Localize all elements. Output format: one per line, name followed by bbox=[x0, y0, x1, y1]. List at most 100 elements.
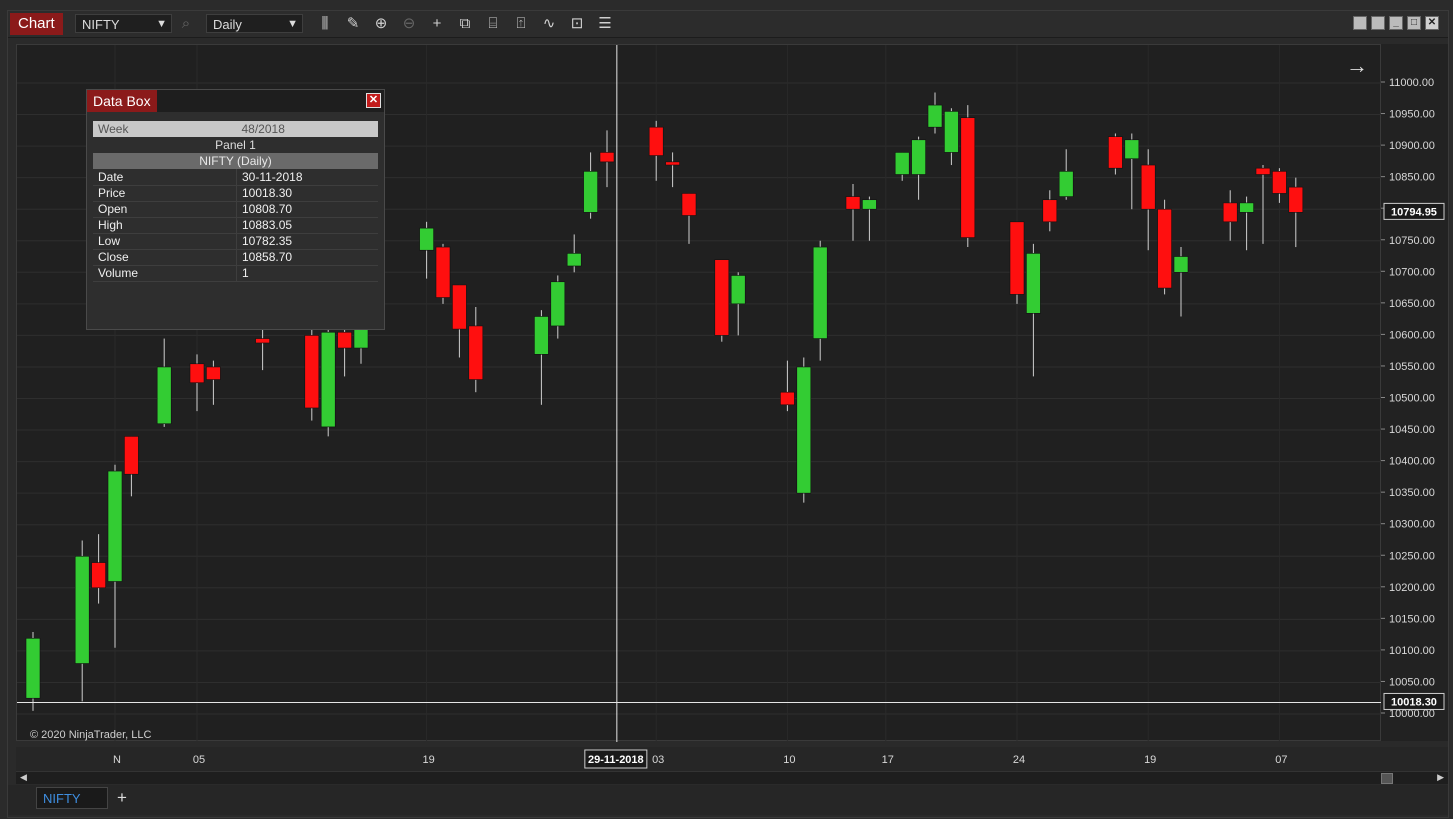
data-row-low: Low 10782.35 bbox=[93, 233, 378, 250]
data-box-title: Data Box bbox=[87, 90, 157, 112]
time-axis[interactable]: N 05 19 03 10 17 24 19 07 29-11-2018 bbox=[16, 747, 1448, 771]
time-tick-label: 05 bbox=[193, 754, 205, 766]
price-tick-label: 10300.00 bbox=[1389, 519, 1435, 531]
zoom-in-icon[interactable]: ⊕ bbox=[371, 14, 391, 34]
tab-nifty[interactable]: NIFTY bbox=[36, 787, 108, 809]
price-axis[interactable]: 9950.0010000.0010050.0010100.0010150.001… bbox=[1381, 44, 1448, 741]
series-label: NIFTY (Daily) bbox=[93, 153, 378, 169]
list-icon[interactable]: ☰ bbox=[595, 14, 615, 34]
scroll-to-latest-arrow-icon[interactable]: → bbox=[1346, 53, 1368, 79]
scroll-left-icon[interactable]: ◀ bbox=[20, 772, 27, 783]
scrollbar-thumb[interactable] bbox=[1381, 773, 1393, 784]
candle-body bbox=[566, 253, 582, 267]
candle-body bbox=[845, 196, 861, 210]
minimize-icon[interactable]: _ bbox=[1389, 16, 1403, 30]
zoom-out-icon[interactable]: ⊖ bbox=[399, 14, 419, 34]
close-icon[interactable]: ✕ bbox=[1425, 16, 1439, 30]
row-label: High bbox=[93, 217, 237, 234]
chevron-down-icon: ▼ bbox=[287, 18, 298, 30]
pencil-draw-icon[interactable]: ✎ bbox=[343, 14, 363, 34]
indicators-icon[interactable]: ⍐ bbox=[511, 14, 531, 34]
price-tick-label: 10900.00 bbox=[1389, 140, 1435, 152]
candle-body bbox=[74, 555, 90, 664]
instrument-value: NIFTY bbox=[82, 17, 120, 32]
row-value: 10808.70 bbox=[236, 201, 378, 218]
row-value: 30-11-2018 bbox=[236, 169, 378, 186]
candle-body bbox=[1239, 202, 1254, 213]
chart-trader-icon[interactable]: ∿ bbox=[539, 14, 559, 34]
candle-body bbox=[911, 139, 926, 175]
price-tick-label: 10450.00 bbox=[1389, 424, 1435, 436]
candle-body bbox=[435, 246, 451, 298]
price-tick-label: 10250.00 bbox=[1389, 550, 1435, 562]
data-box-icon[interactable]: ⧉ bbox=[455, 14, 475, 34]
price-tick-label: 10950.00 bbox=[1389, 109, 1435, 121]
data-row-open: Open 10808.70 bbox=[93, 201, 378, 218]
candle-body bbox=[1272, 171, 1287, 194]
data-row-date: Date 30-11-2018 bbox=[93, 169, 378, 186]
scroll-right-icon[interactable]: ▶ bbox=[1437, 772, 1444, 783]
row-value: 1 bbox=[236, 265, 378, 282]
bar-chart-style-icon[interactable]: ⫼ bbox=[315, 14, 335, 34]
candle-body bbox=[91, 562, 106, 589]
candle-body bbox=[780, 391, 795, 406]
data-box-panel[interactable]: Data Box ✕ Week 48/2018 Panel 1 NIFTY (D… bbox=[86, 89, 385, 330]
row-label: Volume bbox=[93, 265, 237, 282]
candle-body bbox=[681, 193, 697, 216]
candle-body bbox=[812, 246, 828, 339]
crosshair-icon[interactable]: + bbox=[427, 14, 447, 34]
candle-body bbox=[1108, 136, 1123, 169]
interval-selector[interactable]: Daily ▼ bbox=[206, 14, 303, 33]
candle-body bbox=[468, 325, 484, 380]
candle-body bbox=[25, 637, 41, 699]
instrument-selector[interactable]: NIFTY ▼ bbox=[75, 14, 172, 33]
candle-body bbox=[107, 470, 123, 582]
candle-body bbox=[1009, 221, 1025, 295]
candle-body bbox=[124, 436, 139, 475]
link-icon[interactable] bbox=[1371, 16, 1385, 30]
candle-body bbox=[927, 104, 943, 128]
time-tick-label: 19 bbox=[1144, 754, 1156, 766]
candle-body bbox=[944, 111, 959, 153]
candle-body bbox=[1042, 199, 1058, 223]
candle-body bbox=[1124, 139, 1140, 160]
candle-body bbox=[960, 117, 976, 238]
price-tick-label: 10600.00 bbox=[1389, 329, 1435, 341]
panel-label: Panel 1 bbox=[215, 138, 256, 152]
candle-body bbox=[1255, 167, 1271, 175]
time-tick-label: 03 bbox=[652, 754, 664, 766]
candle-body bbox=[1058, 171, 1074, 197]
candle-body bbox=[894, 152, 910, 175]
time-tick-label: 19 bbox=[422, 754, 434, 766]
add-tab-icon[interactable]: + bbox=[112, 787, 132, 809]
properties-icon[interactable]: ⊡ bbox=[567, 14, 587, 34]
time-tick-label: 24 bbox=[1013, 754, 1025, 766]
time-tick-label: 17 bbox=[882, 754, 894, 766]
candle-body bbox=[796, 366, 812, 494]
price-tick-label: 10350.00 bbox=[1389, 487, 1435, 499]
tile-icon[interactable] bbox=[1353, 16, 1367, 30]
candle-body bbox=[648, 126, 664, 156]
candle-body bbox=[1140, 164, 1156, 210]
candle-body bbox=[599, 152, 615, 163]
search-icon[interactable]: ⌕ bbox=[176, 14, 196, 34]
row-label: Open bbox=[93, 201, 237, 218]
row-value: 10858.70 bbox=[236, 249, 378, 266]
maximize-icon[interactable]: □ bbox=[1407, 16, 1421, 30]
copyright-text: © 2020 NinjaTrader, LLC bbox=[30, 729, 152, 741]
candle-body bbox=[862, 199, 877, 210]
data-box-header[interactable]: Data Box ✕ bbox=[87, 90, 384, 112]
price-tick-label: 10700.00 bbox=[1389, 266, 1435, 278]
close-icon[interactable]: ✕ bbox=[366, 93, 381, 108]
strategies-icon[interactable]: ⌸ bbox=[483, 14, 503, 34]
candle-body bbox=[337, 331, 352, 349]
time-axis-scale: N 05 19 03 10 17 24 19 07 29-11-2018 bbox=[113, 749, 1288, 769]
candle-body bbox=[452, 284, 467, 330]
candle-body bbox=[419, 227, 434, 251]
series-row: NIFTY (Daily) bbox=[93, 153, 378, 169]
horizontal-scrollbar[interactable]: ◀ ▶ bbox=[16, 771, 1448, 784]
price-tick-label: 10150.00 bbox=[1389, 613, 1435, 625]
price-tick-label: 10550.00 bbox=[1389, 361, 1435, 373]
candle-body bbox=[1173, 256, 1189, 273]
crosshair-date-label: 29-11-2018 bbox=[588, 754, 644, 766]
